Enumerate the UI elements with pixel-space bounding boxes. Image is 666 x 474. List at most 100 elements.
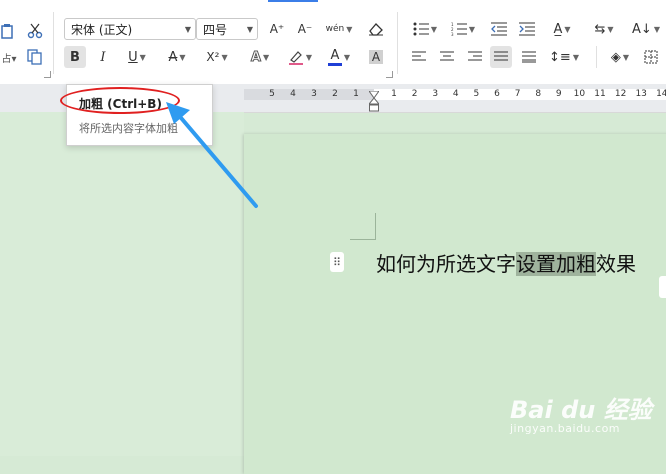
scrollbar-handle[interactable] xyxy=(659,276,666,298)
ruler-tick-label: 5 xyxy=(269,89,275,99)
phonetic-guide-icon: wén xyxy=(325,24,345,34)
align-left-button[interactable] xyxy=(408,46,430,68)
group-divider xyxy=(397,12,398,74)
chevron-down-icon: ▼ xyxy=(221,52,228,62)
chevron-down-icon: ▼ xyxy=(184,24,192,34)
align-center-icon xyxy=(440,51,454,61)
font-name-select[interactable]: 宋体 (正文) ▼ xyxy=(64,18,196,40)
font-name-value: 宋体 (正文) xyxy=(71,22,133,37)
ruler-tick-label: 1 xyxy=(391,89,397,99)
hanging-indent-marker-icon[interactable] xyxy=(367,97,381,112)
italic-button[interactable]: I xyxy=(92,46,114,68)
ribbon-toolbar: 占▾ 宋体 (正文) ▼ 四号 ▼ A⁺ A⁻ wén ▼ B I U ▼ A ▼ X… xyxy=(0,0,666,85)
ruler-tick-label: 5 xyxy=(473,89,480,99)
strikethrough-icon: A xyxy=(168,49,178,65)
bullet-list-icon xyxy=(413,22,429,36)
paste-options-icon[interactable]: 占▾ xyxy=(0,46,18,68)
svg-text:3: 3 xyxy=(451,32,454,36)
strikethrough-button[interactable]: A ▼ xyxy=(162,46,192,68)
chevron-down-icon: ▼ xyxy=(564,24,571,34)
underline-icon: U xyxy=(128,49,138,65)
document-paragraph[interactable]: 如何为所选文字设置加粗效果 xyxy=(376,248,636,277)
character-shading-button[interactable]: A xyxy=(366,46,386,68)
font-color-button[interactable]: A ▼ xyxy=(324,46,354,68)
chevron-down-icon: ▼ xyxy=(305,52,313,62)
chevron-down-icon: ▼ xyxy=(246,24,254,34)
outdent-icon xyxy=(491,22,507,36)
font-color-icon: A xyxy=(327,48,342,66)
sort-icon: A↓ xyxy=(632,21,652,37)
chevron-down-icon: ▼ xyxy=(262,52,270,62)
distributed-button[interactable] xyxy=(518,46,540,68)
document-text: 如何为所选文字 xyxy=(376,252,516,276)
ruler-tick-label: 3 xyxy=(432,89,439,99)
align-distributed-icon xyxy=(522,51,536,63)
line-spacing-button[interactable]: ↕≡ ▼ xyxy=(548,46,580,68)
watermark-url: jingyan.baidu.com xyxy=(510,422,621,435)
eraser-icon xyxy=(369,23,383,36)
bold-button[interactable]: B xyxy=(64,46,86,68)
bold-icon: B xyxy=(70,49,80,65)
font-launcher-icon[interactable] xyxy=(386,71,393,78)
ruler-tick-label: 11 xyxy=(594,89,606,99)
text-effect-button[interactable]: A ▼ xyxy=(244,46,276,68)
ruler-tick-label: 2 xyxy=(411,89,418,99)
ruler-tick-label: 10 xyxy=(573,89,586,99)
group-divider xyxy=(53,12,54,74)
font-size-select[interactable]: 四号 ▼ xyxy=(196,18,258,40)
italic-icon: I xyxy=(100,49,106,65)
align-right-button[interactable] xyxy=(464,46,486,68)
paste-icon[interactable] xyxy=(0,20,14,42)
ruler-tick-label: 13 xyxy=(635,89,647,99)
paragraph-drag-handle-icon[interactable]: ⠿ xyxy=(330,252,344,272)
increase-indent-button[interactable] xyxy=(516,18,538,40)
numbering-button[interactable]: 1 2 3 ▼ xyxy=(448,18,478,40)
chevron-down-icon: ▼ xyxy=(343,52,351,62)
chevron-down-icon: ▼ xyxy=(179,52,186,62)
borders-button[interactable] xyxy=(640,46,662,68)
grow-font-button[interactable]: A⁺ xyxy=(266,18,288,40)
align-center-button[interactable] xyxy=(436,46,458,68)
text-direction-button[interactable]: ⇆ ▼ xyxy=(588,18,620,40)
clipboard-launcher-icon[interactable] xyxy=(44,71,51,78)
border-grid-icon xyxy=(644,50,658,64)
sort-button[interactable]: A↓ ▼ xyxy=(630,18,662,40)
ruler-tick-label: 2 xyxy=(332,89,338,99)
underline-button[interactable]: U ▼ xyxy=(122,46,152,68)
copy-icon[interactable] xyxy=(24,46,46,68)
text-effect-icon: A xyxy=(250,49,261,65)
line-spacing-icon: ↕≡ xyxy=(549,49,571,65)
swap-arrows-icon: ⇆ xyxy=(594,21,606,37)
cut-icon[interactable] xyxy=(24,20,46,42)
bullets-button[interactable]: ▼ xyxy=(410,18,440,40)
chinese-layout-icon: A̲ xyxy=(553,21,563,37)
phonetic-guide-button[interactable]: wén ▼ xyxy=(322,18,356,40)
highlight-button[interactable]: ▼ xyxy=(284,46,316,68)
chevron-down-icon: ▼ xyxy=(139,52,146,62)
chevron-down-icon: ▼ xyxy=(468,24,476,34)
first-line-indent-marker-icon[interactable] xyxy=(368,84,380,99)
chevron-down-icon: ▼ xyxy=(653,24,660,34)
document-text: 效果 xyxy=(596,252,636,276)
ruler-tick-label: 9 xyxy=(555,89,562,99)
clear-format-button[interactable] xyxy=(364,18,388,40)
margin-corner-mark xyxy=(375,213,376,240)
chinese-layout-button[interactable]: A̲ ▼ xyxy=(546,18,578,40)
ruler-tick-label: 12 xyxy=(614,89,627,99)
ruler-tick-label: 14 xyxy=(656,89,666,99)
align-left-icon xyxy=(412,51,426,61)
justify-button[interactable] xyxy=(490,46,512,68)
shrink-font-button[interactable]: A⁻ xyxy=(294,18,316,40)
ruler-tick-label: 8 xyxy=(535,89,542,99)
superscript-button[interactable]: X² ▼ xyxy=(200,46,234,68)
highlighter-icon xyxy=(288,51,303,65)
decrease-indent-button[interactable] xyxy=(488,18,510,40)
shading-button[interactable]: ◈ ▼ xyxy=(604,46,636,68)
chevron-down-icon: ▼ xyxy=(346,24,353,34)
character-shading-icon: A xyxy=(368,50,384,64)
watermark-logo: Bai du 经验 xyxy=(510,396,652,424)
ruler-tick-label: 1 xyxy=(353,89,359,99)
grow-font-icon: A⁺ xyxy=(269,22,285,36)
align-justify-icon xyxy=(494,51,508,61)
chevron-down-icon: ▼ xyxy=(572,52,579,62)
